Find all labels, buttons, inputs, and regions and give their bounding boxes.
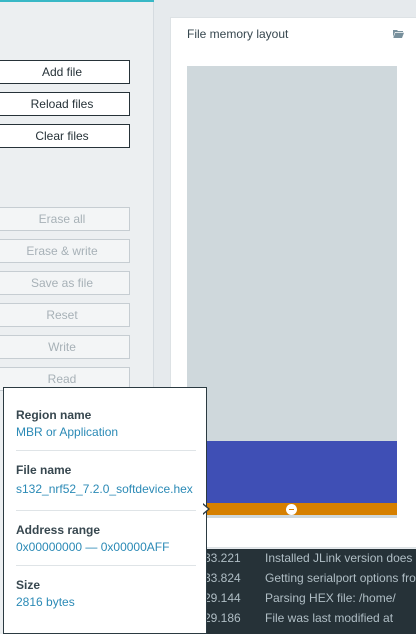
folder-open-icon[interactable] bbox=[393, 30, 404, 38]
tooltip-divider bbox=[16, 565, 196, 566]
tooltip-divider bbox=[16, 450, 196, 451]
region-name-value: MBR or Application bbox=[16, 425, 119, 439]
minus-circle-icon[interactable] bbox=[286, 504, 297, 515]
region-mbr-or-application[interactable] bbox=[187, 441, 397, 503]
file-name-value: s132_nrf52_7.2.0_softdevice.hex bbox=[16, 482, 193, 496]
clear-files-button[interactable]: Clear files bbox=[0, 124, 130, 148]
size-label: Size bbox=[16, 578, 41, 592]
address-range-value: 0x00000000 — 0x00000AFF bbox=[16, 540, 170, 554]
erase-all-button[interactable]: Erase all bbox=[0, 207, 130, 231]
log-time: 33.824 bbox=[204, 571, 241, 585]
save-as-file-button[interactable]: Save as file bbox=[0, 271, 130, 295]
reset-button[interactable]: Reset bbox=[0, 303, 130, 327]
panel-title: File memory layout bbox=[187, 27, 289, 41]
log-message: Parsing HEX file: /home/ bbox=[265, 591, 396, 605]
reload-files-button[interactable]: Reload files bbox=[0, 92, 130, 116]
erase-and-write-button[interactable]: Erase & write bbox=[0, 239, 130, 263]
tooltip-pointer-fill bbox=[202, 504, 208, 514]
region-name-label: Region name bbox=[16, 408, 92, 422]
log-time: 33.221 bbox=[204, 551, 241, 565]
log-time: 29.186 bbox=[204, 611, 241, 625]
log-message: File was last modified at bbox=[265, 611, 394, 625]
memory-map bbox=[187, 66, 397, 518]
log-time: 29.144 bbox=[204, 591, 241, 605]
top-accent-bar bbox=[0, 0, 154, 2]
size-value: 2816 bytes bbox=[16, 595, 75, 609]
file-name-label: File name bbox=[16, 463, 72, 477]
write-button[interactable]: Write bbox=[0, 335, 130, 359]
log-message: Getting serialport options from persiste… bbox=[265, 571, 416, 585]
address-range-label: Address range bbox=[16, 523, 101, 537]
region-tooltip: Region name MBR or Application File name… bbox=[3, 387, 207, 634]
add-file-button[interactable]: Add file bbox=[0, 60, 130, 84]
region-softdevice[interactable] bbox=[187, 503, 397, 515]
tooltip-divider bbox=[16, 510, 196, 511]
log-message: Installed JLink version does not match t… bbox=[265, 551, 416, 565]
